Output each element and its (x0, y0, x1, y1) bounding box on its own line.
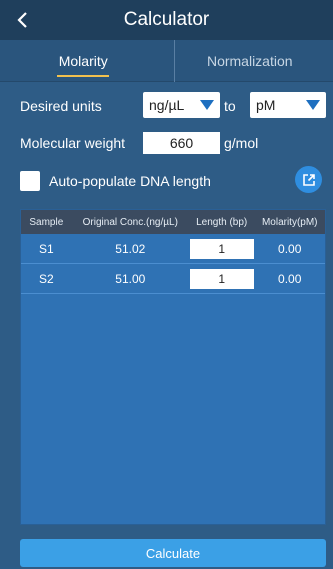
auto-populate-label: Auto-populate DNA length (49, 173, 211, 189)
title-bar: Calculator (0, 0, 333, 40)
length-input[interactable]: 1 (189, 238, 254, 259)
dropdown-caret-icon (200, 100, 214, 110)
cell-length: 1 (189, 238, 255, 259)
molecular-weight-label: Molecular weight (20, 135, 126, 151)
cell-conc: 51.02 (115, 241, 146, 256)
tab-bar: Molarity Normalization (0, 40, 333, 82)
cell-sample: S1 (38, 241, 54, 256)
calculate-button[interactable]: Calculate (20, 539, 326, 567)
header-original-conc: Original Conc.(ng/µL) (82, 216, 178, 228)
header-length: Length (bp) (196, 216, 248, 228)
cell-sample: S2 (38, 271, 54, 286)
cell-length: 1 (189, 268, 255, 289)
molecular-weight-unit: g/mol (224, 135, 259, 151)
cell-conc: 51.00 (115, 271, 146, 286)
table-row: S1 51.02 1 0.00 (21, 234, 325, 264)
export-button[interactable] (295, 166, 322, 193)
header-sample: Sample (29, 216, 64, 228)
desired-units-label: Desired units (20, 98, 102, 114)
to-unit-select[interactable]: pM (250, 92, 326, 118)
molecular-weight-value: 660 (169, 135, 194, 151)
molecular-weight-input[interactable]: 660 (143, 132, 220, 154)
tab-divider (174, 40, 175, 82)
header-molarity: Molarity(pM) (261, 216, 318, 228)
external-link-icon (302, 173, 315, 186)
table-row: S2 51.00 1 0.00 (21, 264, 325, 294)
cell-molarity: 0.00 (278, 271, 302, 286)
length-input[interactable]: 1 (189, 268, 254, 289)
tab-molarity[interactable]: Molarity (0, 40, 167, 81)
units-to-label: to (224, 98, 236, 114)
cell-molarity: 0.00 (278, 241, 302, 256)
from-unit-value: ng/µL (149, 97, 185, 113)
from-unit-select[interactable]: ng/µL (143, 92, 220, 118)
back-button[interactable] (8, 6, 36, 34)
page-title: Calculator (123, 9, 210, 30)
tab-normalization[interactable]: Normalization (167, 40, 333, 81)
auto-populate-checkbox[interactable] (20, 171, 40, 191)
dropdown-caret-icon (306, 100, 320, 110)
table-header: Sample Original Conc.(ng/µL) Length (bp)… (21, 210, 325, 234)
tab-normalization-label: Normalization (206, 52, 293, 69)
active-tab-indicator (57, 75, 110, 77)
results-table: Sample Original Conc.(ng/µL) Length (bp)… (20, 209, 326, 525)
chevron-left-icon (17, 12, 27, 28)
to-unit-value: pM (256, 97, 276, 113)
tab-molarity-label: Molarity (58, 52, 108, 69)
